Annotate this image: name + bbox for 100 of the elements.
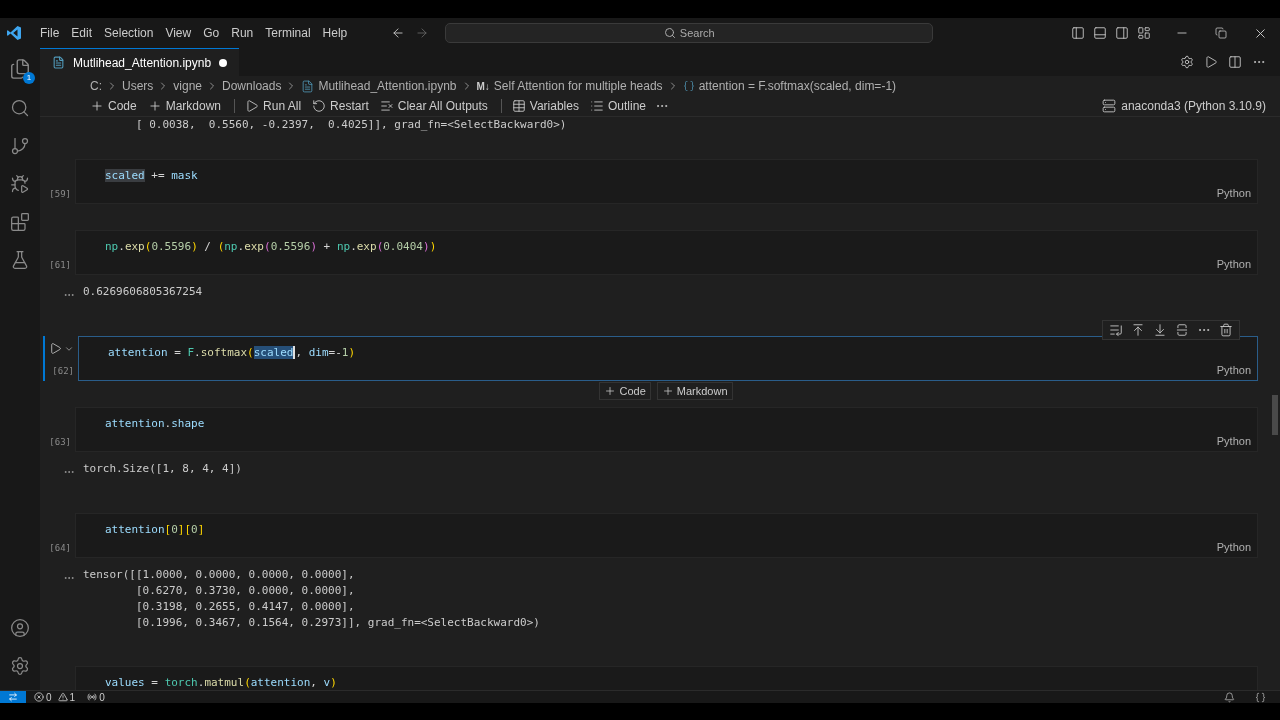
code-line: attention.shape <box>105 416 205 432</box>
output-line: [ 0.0038, 0.5560, -0.2397, 0.4025]], grad_fn=<SelectBackward0>) <box>134 117 567 133</box>
restart-icon <box>312 99 327 113</box>
cell-language[interactable]: Python <box>1216 361 1251 378</box>
breadcrumb-item[interactable]: attention = F.softmax(scaled, dim=-1) <box>698 77 897 95</box>
cell-language[interactable]: Python <box>1216 184 1251 201</box>
breadcrumb-item[interactable]: Mutlihead_Attention.ipynb <box>318 77 457 95</box>
notebook-file-icon <box>52 56 65 69</box>
insert-cell-button[interactable]: Markdown <box>656 382 733 400</box>
menu-item[interactable]: Edit <box>65 24 99 42</box>
list-icon <box>589 99 604 113</box>
logo-icon <box>6 25 22 41</box>
code-cell-editor[interactable]: attention = F.softmax(scaled , dim=-1) Python <box>78 336 1258 381</box>
restore-icon[interactable] <box>1215 27 1227 39</box>
toolbar-button[interactable]: Run All <box>241 97 306 115</box>
server-icon <box>1102 99 1117 113</box>
code-cell-editor[interactable]: np.exp(0.5596) / (np.exp(0.5596) + np.exp(0.0404)) Python <box>75 230 1258 275</box>
panel-left-icon[interactable] <box>1071 26 1085 40</box>
settings-icon[interactable] <box>10 656 30 676</box>
error-icon <box>34 692 44 702</box>
execution-count: [64] <box>49 541 71 555</box>
variables-icon <box>511 99 526 113</box>
menu-item[interactable]: Terminal <box>259 24 317 42</box>
run-icon[interactable] <box>1204 55 1218 69</box>
panel-bottom-icon[interactable] <box>1093 26 1107 40</box>
toolbar-button[interactable]: Code <box>86 97 141 115</box>
split-editor-icon[interactable] <box>1228 55 1242 69</box>
search-icon[interactable] <box>10 98 30 118</box>
menu-item[interactable]: File <box>34 24 66 42</box>
split-cell-icon[interactable] <box>1175 323 1189 337</box>
remote-icon <box>8 692 18 702</box>
notification-badge: 1 <box>23 72 35 84</box>
toolbar-button[interactable]: Restart <box>308 97 373 115</box>
cell-language[interactable]: Python <box>1216 432 1251 449</box>
flask-icon[interactable] <box>10 250 30 270</box>
cell-language[interactable]: Python <box>1216 255 1251 272</box>
extensions-icon[interactable] <box>10 212 30 232</box>
output-line: torch.Size([1, 8, 4, 4]) <box>83 461 242 477</box>
menu-item[interactable]: Run <box>225 24 260 42</box>
braces-icon[interactable] <box>1255 691 1266 703</box>
code-line: attention[0][0] <box>105 522 205 538</box>
explorer-icon[interactable] <box>9 58 31 80</box>
code-cell-editor[interactable]: scaled += mask Python <box>75 159 1258 204</box>
plus-icon <box>147 99 162 113</box>
output-line: [0.3198, 0.2655, 0.4147, 0.0000], <box>134 599 355 615</box>
search-field[interactable]: Search <box>445 23 934 43</box>
code-cell-icon <box>682 80 695 92</box>
breadcrumb-item[interactable]: C: <box>90 77 102 95</box>
breadcrumb-item[interactable]: Downloads <box>222 77 282 95</box>
execute-below-icon[interactable] <box>1153 323 1167 337</box>
menu-item[interactable]: Go <box>197 24 226 42</box>
run-debug-icon[interactable] <box>10 174 30 194</box>
back-icon[interactable] <box>391 26 406 40</box>
breadcrumb-item[interactable]: Users <box>122 77 154 95</box>
breadcrumb-item[interactable]: vigne <box>173 77 203 95</box>
cell-language[interactable]: Python <box>1216 538 1251 555</box>
menu-item[interactable]: View <box>159 24 198 42</box>
execution-count: [61] <box>49 258 71 272</box>
insert-cell-button[interactable]: Code <box>599 382 651 400</box>
editor-tab[interactable]: Mutlihead_Attention.ipynb <box>40 48 240 76</box>
layout-icon[interactable] <box>1137 26 1151 40</box>
clear-icon <box>379 99 394 113</box>
execute-above-icon[interactable] <box>1131 323 1145 337</box>
code-cell-editor[interactable]: attention.shape Python <box>75 407 1258 452</box>
toolbar-button[interactable]: Outline <box>585 97 650 115</box>
execution-count: [62] <box>52 364 74 378</box>
run-cell-icon[interactable] <box>49 342 62 355</box>
source-control-icon[interactable] <box>10 136 30 156</box>
code-cell-editor[interactable]: attention[0][0] Python <box>75 513 1258 558</box>
delete-icon[interactable] <box>1219 323 1233 337</box>
panel-right-icon[interactable] <box>1115 26 1129 40</box>
toolbar-button[interactable]: Variables <box>507 97 583 115</box>
settings-icon[interactable] <box>1180 55 1194 69</box>
execution-count: [63] <box>49 435 71 449</box>
code-cell-editor[interactable]: values = torch.matmul(attention, v) <box>75 666 1258 690</box>
plus-icon <box>90 99 104 113</box>
menu-item[interactable]: Selection <box>98 24 160 42</box>
run-by-line-icon[interactable] <box>1109 323 1123 337</box>
toolbar-button[interactable]: Markdown <box>143 97 226 115</box>
output-line: [0.1996, 0.3467, 0.1564, 0.2973]], grad_fn=<SelectBackward0>) <box>134 615 540 631</box>
execution-count: [59] <box>49 187 71 201</box>
output-line: [0.6270, 0.3730, 0.0000, 0.0000], <box>134 583 355 599</box>
output-line: 0.6269606805367254 <box>83 284 203 300</box>
problems-button[interactable]: 0 1 <box>34 689 76 705</box>
menu-item[interactable]: Help <box>316 24 354 42</box>
bell-icon[interactable] <box>1224 691 1235 703</box>
ports-icon <box>87 692 98 702</box>
output-line: tensor([[1.0000, 0.0000, 0.0000, 0.0000], <box>83 567 355 583</box>
account-icon[interactable] <box>10 618 30 638</box>
scrollbar-thumb[interactable] <box>1272 395 1278 435</box>
markdown-icon: M↓ <box>476 78 490 94</box>
code-line: np.exp(0.5596) / (np.exp(0.5596) + np.exp(0.0404)) <box>105 239 437 255</box>
ports-button[interactable]: 0 <box>87 689 105 705</box>
warning-icon <box>57 692 68 702</box>
plus-icon <box>661 385 674 397</box>
forward-icon[interactable] <box>415 26 430 40</box>
breadcrumb-item[interactable]: Self Attention for multiple heads <box>493 77 663 95</box>
toolbar-button[interactable]: Clear All Outputs <box>375 97 492 115</box>
kernel-picker[interactable]: anaconda3 (Python 3.10.9) <box>1102 97 1266 115</box>
search-icon <box>663 27 676 39</box>
